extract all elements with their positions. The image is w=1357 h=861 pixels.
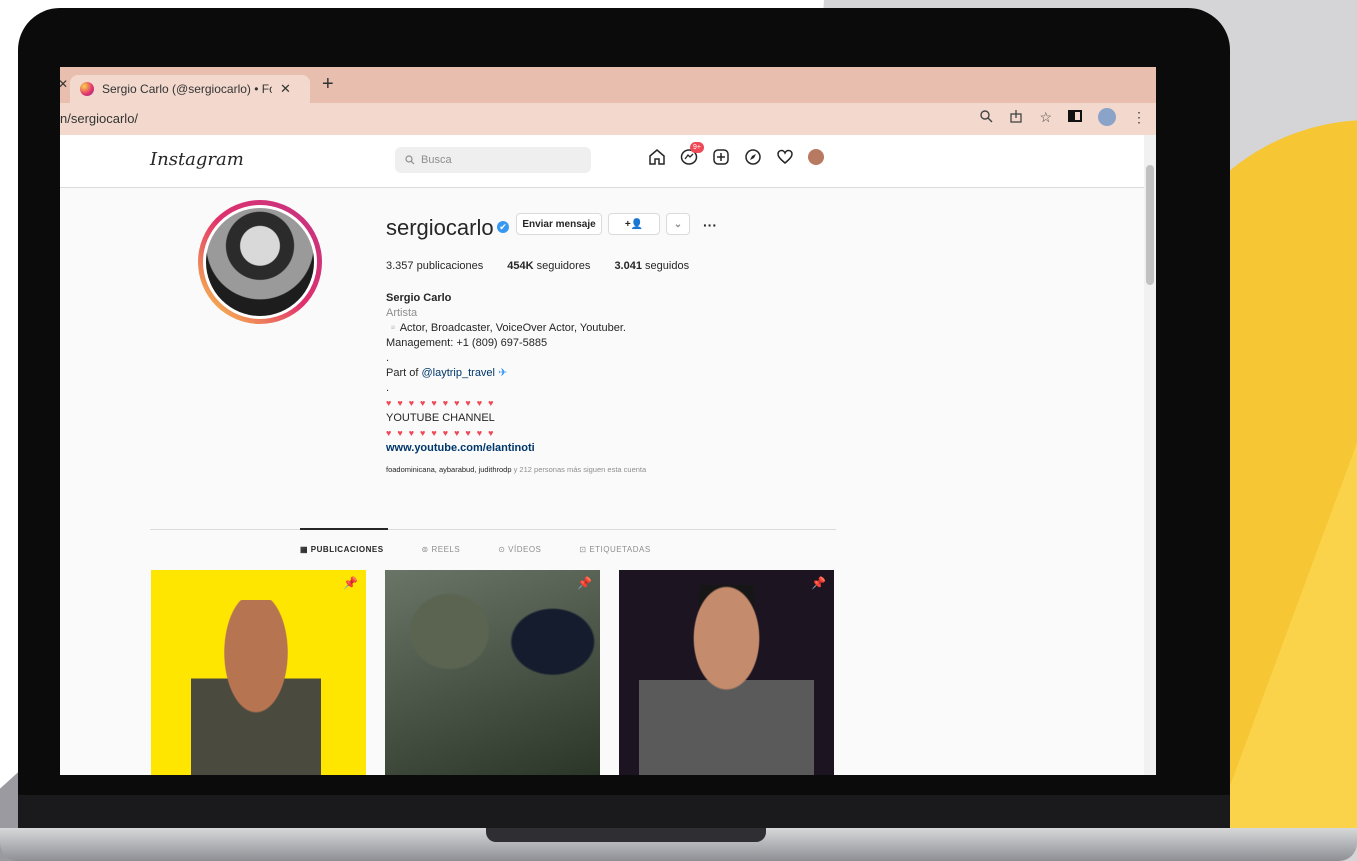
following-button[interactable]: +👤 [608,213,660,235]
bio-dot-1: . [386,352,390,364]
share-icon[interactable] [1009,109,1023,126]
heart-icon[interactable] [776,148,794,166]
bio-line-2: Management: +1 (809) 697-5885 [386,337,548,349]
profile-username: sergiocarlo [386,215,494,240]
followers-number: 454K [507,260,534,272]
bio-line-1: ▫️Actor, Broadcaster, VoiceOver Actor, Y… [386,322,626,334]
profile-picture [203,205,317,319]
website-link[interactable]: www.youtube.com/elantinoti [386,441,846,456]
following-count[interactable]: 3.041 seguidos [614,260,689,272]
more-options-icon[interactable]: ··· [703,217,717,233]
followers-count[interactable]: 454K seguidores [507,260,590,272]
profile-photo [206,208,314,316]
post-image [385,570,600,775]
laytrip-mention-link[interactable]: @laytrip_travel [421,367,495,379]
url-text[interactable]: n/sergiocarlo/ [60,111,138,126]
bookmark-star-icon[interactable]: ☆ [1039,109,1052,126]
following-number: 3.041 [614,260,642,272]
search-input[interactable]: Busca [395,147,591,173]
tagged-icon: ⊡ [579,545,587,554]
post-thumbnail[interactable]: 📌 [151,570,366,775]
part-of-line: Part of @laytrip_travel ✈ [386,366,846,381]
profile-picture-ring[interactable] [198,200,322,324]
address-bar[interactable]: n/sergiocarlo/ ☆ ⋮ [60,103,1156,135]
active-tab-indicator [300,528,388,530]
full-name: Sergio Carlo [386,292,452,304]
grid-icon: ▦ [300,545,309,554]
tab-label: PUBLICACIONES [310,545,384,554]
profile-tabs: ▦ PUBLICACIONES ⊚ REELS ⊙ VÍDEOS ⊡ ETIQU… [300,545,651,554]
messenger-icon[interactable]: 9+ [680,142,704,166]
reels-icon: ⊚ [421,545,429,554]
instagram-favicon-icon [80,82,94,96]
post-image [639,585,814,775]
instagram-header: Instagram Busca 9+ [60,135,1156,188]
tab-title: Sergio Carlo (@sergiocarlo) • Fot [102,82,272,96]
youtube-channel-label: YOUTUBE CHANNEL [386,412,495,424]
followed-by-names: foadominicana, aybarabud, judithrodp [386,465,512,474]
airplane-icon: ✈ [498,367,508,379]
browser-profile-avatar[interactable] [1098,108,1116,126]
tab-publicaciones[interactable]: ▦ PUBLICACIONES [300,545,384,554]
tab-label: VÍDEOS [508,545,542,554]
post-thumbnail[interactable]: 📌 [619,570,834,775]
prev-tab-close-icon[interactable]: ✕ [60,77,68,91]
pin-icon: 📌 [343,576,358,590]
hearts-row-2: ♥♥♥♥♥♥♥♥♥♥ [386,428,500,438]
suggestions-dropdown-button[interactable]: ⌄ [666,213,690,235]
search-icon [405,155,415,165]
pin-icon: 📌 [811,576,826,590]
laptop-screen: ✕ Sergio Carlo (@sergiocarlo) • Fot ✕ + … [60,67,1156,775]
profile-bio: Sergio Carlo Artista ▫️Actor, Broadcaste… [386,291,846,477]
side-panel-icon[interactable] [1068,109,1082,126]
part-of-prefix: Part of [386,367,422,379]
page-scrollbar[interactable] [1144,135,1156,775]
following-label: seguidos [645,260,690,272]
instagram-nav: 9+ [648,142,824,166]
pin-icon: 📌 [577,576,592,590]
address-bar-actions: ☆ ⋮ [979,108,1146,126]
posts-label: publicaciones [416,260,484,272]
laptop-bottom-bezel [18,795,1230,830]
tab-etiquetadas[interactable]: ⊡ ETIQUETADAS [579,545,650,554]
profile-avatar-icon[interactable] [808,149,824,165]
tab-close-icon[interactable]: ✕ [280,81,291,97]
zoom-icon[interactable] [979,109,993,126]
followers-label: seguidores [536,260,591,272]
laptop-notch [486,828,766,842]
notification-badge: 9+ [690,142,704,153]
browser-tab[interactable]: Sergio Carlo (@sergiocarlo) • Fot ✕ [70,75,310,103]
followed-by[interactable]: foadominicana, aybarabud, judithrodp y 2… [386,462,846,477]
posts-number: 3.357 [386,260,414,272]
new-tab-button[interactable]: + [322,73,334,96]
new-post-icon[interactable] [712,148,730,166]
scrollbar-thumb[interactable] [1146,165,1154,285]
post-image [191,600,321,775]
post-thumbnail[interactable]: 📌 [385,570,600,775]
tab-label: REELS [431,545,461,554]
profile-stats: 3.357 publicaciones 454K seguidores 3.04… [386,260,689,272]
posts-count: 3.357 publicaciones [386,260,483,272]
followed-by-suffix: y 212 personas más siguen esta cuenta [511,465,647,474]
home-icon[interactable] [648,148,666,166]
profile-category: Artista [386,307,418,319]
tab-videos[interactable]: ⊙ VÍDEOS [498,545,541,554]
verified-badge-icon: ✔ [497,221,509,233]
video-icon: ⊙ [498,545,506,554]
browser-tab-bar: ✕ Sergio Carlo (@sergiocarlo) • Fot ✕ + [60,67,1156,103]
search-placeholder: Busca [421,154,452,166]
explore-compass-icon[interactable] [744,148,762,166]
bio-dot-2: . [386,382,390,394]
send-message-button[interactable]: Enviar mensaje [516,213,602,235]
kebab-menu-icon[interactable]: ⋮ [1132,109,1146,126]
instagram-logo[interactable]: Instagram [150,149,244,170]
hearts-row-1: ♥♥♥♥♥♥♥♥♥♥ [386,398,500,408]
tabs-divider [150,529,836,530]
tab-label: ETIQUETADAS [589,545,651,554]
tab-reels[interactable]: ⊚ REELS [422,545,461,554]
